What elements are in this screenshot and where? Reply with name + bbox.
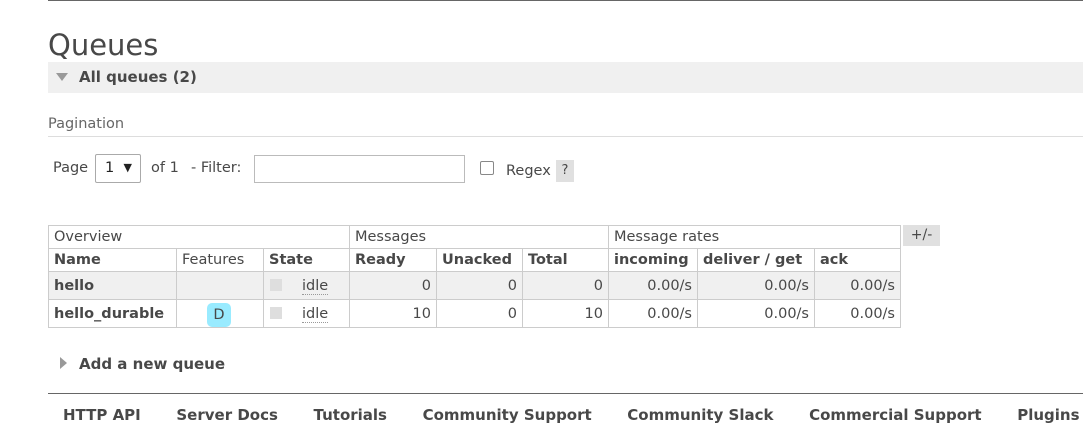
- footer-link-plugins[interactable]: Plugins: [1017, 406, 1079, 424]
- footer-link-commercial-support[interactable]: Commercial Support: [809, 406, 982, 424]
- queue-state: idle: [263, 299, 350, 328]
- queue-state: idle: [263, 271, 350, 300]
- incoming-rate: 0.00/s: [608, 299, 698, 328]
- footer-link-community-support[interactable]: Community Support: [423, 406, 592, 424]
- column-header-incoming[interactable]: incoming: [608, 248, 698, 272]
- queue-features: D: [176, 299, 264, 328]
- pagination-heading: Pagination: [48, 116, 125, 132]
- footer-link-community-slack[interactable]: Community Slack: [627, 406, 773, 424]
- deliver-get-rate: 0.00/s: [697, 271, 815, 300]
- state-text: idle: [302, 305, 329, 323]
- incoming-rate: 0.00/s: [608, 271, 698, 300]
- queue-name-link[interactable]: hello_durable: [48, 299, 177, 328]
- footer-divider: [48, 393, 1083, 394]
- column-header-ready[interactable]: Ready: [349, 248, 437, 272]
- pagination-divider: [48, 136, 1083, 137]
- add-queue-label: Add a new queue: [79, 355, 226, 373]
- column-header-state[interactable]: State: [263, 248, 350, 272]
- top-divider: [48, 0, 1083, 1]
- page-title: Queues: [48, 28, 159, 62]
- state-text: idle: [302, 277, 329, 295]
- all-queues-section-header[interactable]: All queues (2): [48, 62, 1083, 93]
- table-row: hello_durable D idle 10 0 10 0.00/s 0.00…: [48, 299, 901, 328]
- all-queues-label: All queues (2): [79, 68, 197, 86]
- column-header-deliver-get[interactable]: deliver / get: [697, 248, 815, 272]
- state-indicator-icon: [270, 278, 282, 291]
- total-count: 0: [522, 271, 609, 300]
- dropdown-caret-icon: ▼: [123, 161, 132, 174]
- filter-input[interactable]: [254, 155, 465, 183]
- ack-rate: 0.00/s: [814, 271, 901, 300]
- column-header-name[interactable]: Name: [48, 248, 177, 272]
- triangle-down-icon: [56, 73, 68, 81]
- ack-rate: 0.00/s: [814, 299, 901, 328]
- footer-link-server-docs[interactable]: Server Docs: [176, 406, 278, 424]
- regex-checkbox[interactable]: [480, 161, 494, 175]
- footer-link-tutorials[interactable]: Tutorials: [314, 406, 387, 424]
- column-header-unacked[interactable]: Unacked: [436, 248, 523, 272]
- unacked-count: 0: [436, 299, 523, 328]
- column-toggle-button[interactable]: +/-: [903, 225, 940, 246]
- regex-help-button[interactable]: ?: [556, 160, 574, 182]
- state-indicator-icon: [270, 306, 282, 319]
- ready-count: 0: [349, 271, 437, 300]
- page-of-label: of 1: [151, 160, 179, 176]
- group-header-messages: Messages: [349, 225, 609, 249]
- page-select-value: 1: [105, 160, 115, 176]
- ready-count: 10: [349, 299, 437, 328]
- filter-label: - Filter:: [191, 160, 242, 176]
- pagination-controls: Page 1 ▼ of 1 - Filter: Regex ?: [53, 154, 593, 184]
- durable-feature-badge: D: [207, 302, 231, 327]
- unacked-count: 0: [436, 271, 523, 300]
- total-count: 10: [522, 299, 609, 328]
- queues-table: Overview Messages Message rates Name Fea…: [48, 225, 901, 328]
- table-row: hello idle 0 0 0 0.00/s 0.00/s 0.00/s: [48, 271, 901, 300]
- page-select[interactable]: 1 ▼: [95, 154, 141, 183]
- group-header-overview: Overview: [48, 225, 350, 249]
- page-label: Page: [53, 160, 89, 176]
- group-header-message-rates: Message rates: [608, 225, 901, 249]
- footer-links: HTTP API Server Docs Tutorials Community…: [63, 406, 1083, 424]
- regex-label: Regex: [506, 163, 551, 179]
- deliver-get-rate: 0.00/s: [697, 299, 815, 328]
- triangle-right-icon: [60, 357, 67, 369]
- queue-name-link[interactable]: hello: [48, 271, 177, 300]
- column-header-features: Features: [176, 248, 264, 272]
- column-header-ack[interactable]: ack: [814, 248, 901, 272]
- footer-link-http-api[interactable]: HTTP API: [63, 406, 141, 424]
- queue-features: [176, 271, 264, 300]
- column-header-total[interactable]: Total: [522, 248, 609, 272]
